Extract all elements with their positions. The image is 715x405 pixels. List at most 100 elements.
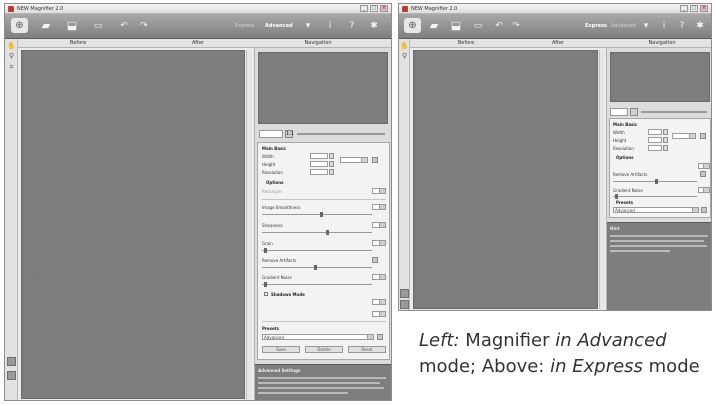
hand-tool-icon[interactable]: ✋ — [7, 42, 16, 51]
grain-select[interactable] — [372, 240, 386, 246]
preview-scrollbar[interactable] — [246, 50, 252, 399]
hand-tool-icon[interactable]: ✋ — [400, 42, 409, 51]
gradient-noise-slider[interactable] — [613, 194, 697, 199]
settings-icon[interactable]: ▾ — [301, 20, 315, 32]
print-icon[interactable]: ▭ — [91, 20, 105, 32]
maximize-button[interactable]: □ — [370, 5, 378, 12]
mode-advanced-tab[interactable]: Advanced — [611, 23, 636, 29]
slider-knob[interactable] — [655, 179, 658, 184]
open-file-icon[interactable]: ▰ — [427, 20, 441, 32]
left-toolbar: ✋ ⚲ — [399, 39, 410, 310]
resolution-input[interactable] — [648, 145, 662, 151]
slider-knob[interactable] — [264, 248, 267, 253]
minimize-button[interactable]: _ — [360, 5, 368, 12]
shadows-select-2[interactable] — [372, 311, 386, 317]
height-stepper[interactable] — [663, 137, 668, 143]
gradient-noise-select[interactable] — [372, 274, 386, 280]
print-icon[interactable]: ▭ — [471, 20, 485, 32]
unit-select[interactable] — [672, 133, 696, 139]
slider-knob[interactable] — [264, 282, 267, 287]
grain-slider[interactable] — [262, 248, 372, 253]
close-button[interactable]: × — [700, 5, 708, 12]
mode-express-tab[interactable]: Express — [585, 23, 607, 29]
resolution-stepper[interactable] — [663, 145, 668, 151]
image-preview-area[interactable] — [413, 50, 598, 309]
single-view-button[interactable] — [7, 371, 16, 380]
gradient-noise-slider[interactable] — [262, 282, 372, 287]
width-stepper[interactable] — [329, 153, 334, 159]
zoom-1to1-button[interactable] — [630, 108, 638, 116]
presets-save-icon[interactable] — [701, 207, 707, 213]
link-dimensions-button[interactable] — [372, 157, 378, 163]
preset-save-button[interactable]: Save — [262, 346, 300, 353]
height-input[interactable] — [310, 161, 328, 167]
zoom-input[interactable] — [610, 108, 628, 116]
unit-select[interactable] — [340, 157, 368, 163]
remove-artifacts-slider[interactable] — [613, 179, 697, 184]
height-input[interactable] — [648, 137, 662, 143]
compare-view-button[interactable] — [400, 289, 409, 298]
gear-icon[interactable]: ✱ — [367, 20, 381, 32]
help-icon[interactable]: ? — [675, 20, 689, 32]
width-input[interactable] — [648, 129, 662, 135]
resample-select[interactable] — [372, 188, 386, 194]
options-select[interactable] — [698, 163, 710, 169]
slider-knob[interactable] — [320, 212, 323, 217]
image-preview-area[interactable]: · · — [21, 50, 245, 399]
slider-knob[interactable] — [314, 265, 317, 270]
redo-icon[interactable]: ↷ — [137, 20, 151, 32]
navigation-thumbnail[interactable] — [610, 52, 710, 102]
zoom-tool-icon[interactable]: ⚲ — [400, 52, 409, 61]
zoom-input[interactable] — [259, 130, 283, 138]
save-icon[interactable]: ⬓ — [449, 20, 463, 32]
image-smoothness-slider[interactable] — [262, 212, 372, 217]
remove-artifacts-button[interactable] — [372, 257, 378, 263]
remove-artifacts-slider[interactable] — [262, 265, 372, 270]
preview-marker: · · — [34, 271, 39, 277]
shadows-select-1[interactable] — [372, 299, 386, 305]
zoom-1to1-button[interactable]: 1:1 — [285, 130, 294, 138]
slider-knob[interactable] — [326, 230, 329, 235]
maximize-button[interactable]: □ — [690, 5, 698, 12]
preset-reset-button[interactable]: Reset — [348, 346, 386, 353]
image-smoothness-select[interactable] — [372, 204, 386, 210]
minimize-button[interactable]: _ — [680, 5, 688, 12]
width-input[interactable] — [310, 153, 328, 159]
crop-tool-icon[interactable]: ⌗ — [7, 63, 16, 72]
single-view-button[interactable] — [400, 300, 409, 309]
help-icon[interactable]: ? — [345, 20, 359, 32]
sharpness-slider[interactable] — [262, 230, 372, 235]
undo-icon[interactable]: ↶ — [117, 20, 131, 32]
presets-save-icon[interactable] — [377, 334, 383, 340]
navigation-thumbnail[interactable] — [258, 52, 388, 124]
info-icon[interactable]: i — [323, 20, 337, 32]
undo-icon[interactable]: ↶ — [492, 20, 506, 32]
zoom-slider[interactable] — [297, 133, 385, 135]
shadows-mode-checkbox[interactable] — [264, 292, 268, 296]
mode-advanced-tab[interactable]: Advanced — [265, 23, 293, 29]
width-label: Width — [262, 154, 274, 159]
help-text-line — [610, 235, 708, 237]
open-file-icon[interactable]: ▰ — [39, 20, 53, 32]
width-stepper[interactable] — [663, 129, 668, 135]
info-icon[interactable]: i — [657, 20, 671, 32]
height-stepper[interactable] — [329, 161, 334, 167]
gear-icon[interactable]: ✱ — [693, 20, 707, 32]
gradient-noise-select[interactable] — [698, 187, 710, 193]
link-dimensions-button[interactable] — [700, 133, 706, 139]
mode-express-tab[interactable]: Express — [235, 23, 255, 29]
slider-knob[interactable] — [615, 194, 618, 199]
compare-view-button[interactable] — [7, 357, 16, 366]
settings-icon[interactable]: ▾ — [639, 20, 653, 32]
zoom-slider[interactable] — [641, 111, 707, 113]
remove-artifacts-button[interactable] — [700, 171, 706, 177]
preset-delete-button[interactable]: Delete — [305, 346, 343, 353]
resolution-stepper[interactable] — [329, 169, 334, 175]
zoom-tool-icon[interactable]: ⚲ — [7, 52, 16, 61]
close-button[interactable]: × — [380, 5, 388, 12]
redo-icon[interactable]: ↷ — [509, 20, 523, 32]
preview-scrollbar[interactable] — [599, 50, 605, 309]
save-icon[interactable]: ⬓ — [65, 20, 79, 32]
resolution-input[interactable] — [310, 169, 328, 175]
sharpness-select[interactable] — [372, 222, 386, 228]
